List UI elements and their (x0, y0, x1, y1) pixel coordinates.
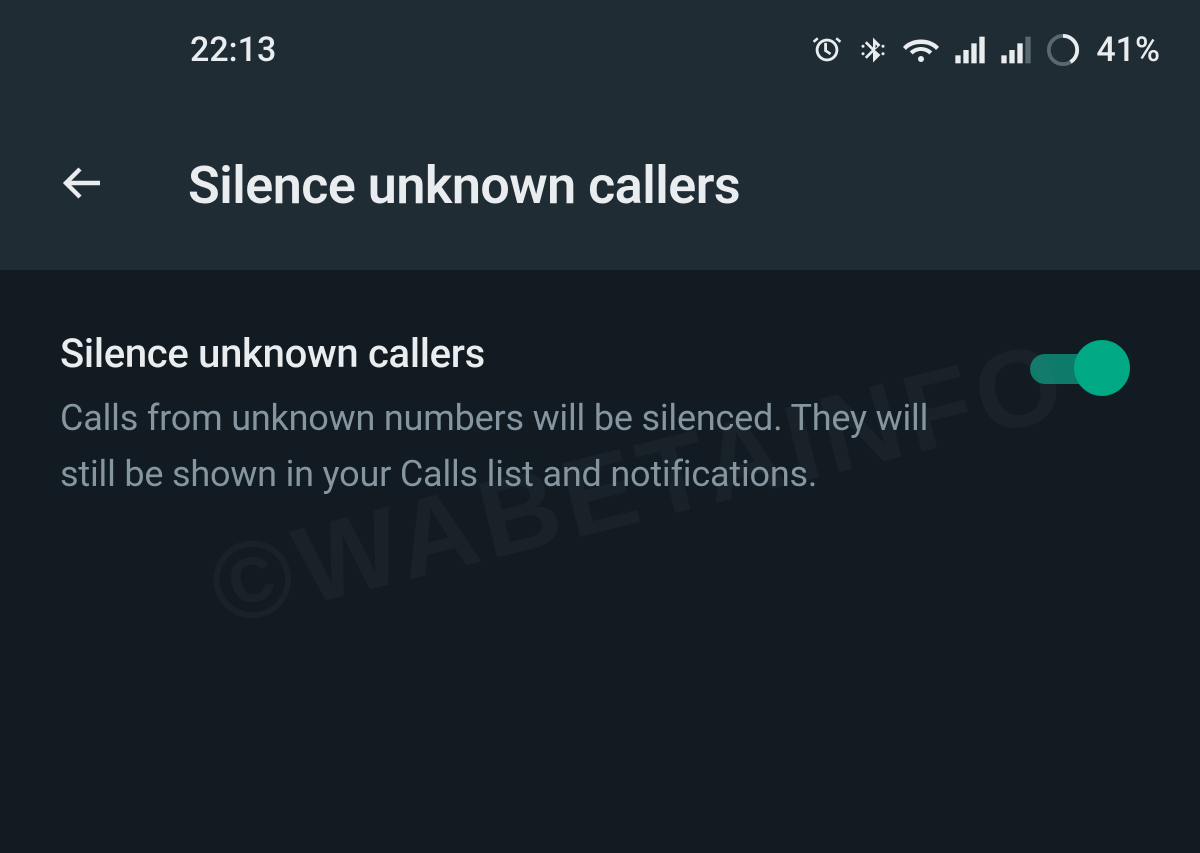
alarm-icon (810, 33, 844, 67)
silence-toggle[interactable] (1030, 340, 1130, 396)
status-icons: 41% (810, 30, 1160, 70)
status-time: 22:13 (190, 30, 276, 70)
battery-percent: 41% (1096, 30, 1160, 70)
content-area: Silence unknown callers Calls from unkno… (0, 270, 1200, 503)
app-bar: Silence unknown callers (0, 100, 1200, 270)
bluetooth-icon (858, 33, 888, 67)
toggle-thumb (1074, 340, 1130, 396)
battery-circle-icon (1046, 33, 1080, 67)
signal-bars-1-icon (954, 36, 986, 64)
signal-bars-2-icon (1000, 36, 1032, 64)
page-title: Silence unknown callers (188, 155, 740, 216)
wifi-icon (902, 35, 940, 65)
setting-text: Silence unknown callers Calls from unkno… (60, 330, 960, 503)
setting-silence-unknown-callers[interactable]: Silence unknown callers Calls from unkno… (60, 330, 1140, 503)
setting-description: Calls from unknown numbers will be silen… (60, 391, 960, 503)
setting-title: Silence unknown callers (60, 330, 960, 377)
status-bar: 22:13 (0, 0, 1200, 100)
back-arrow-icon[interactable] (60, 159, 108, 211)
